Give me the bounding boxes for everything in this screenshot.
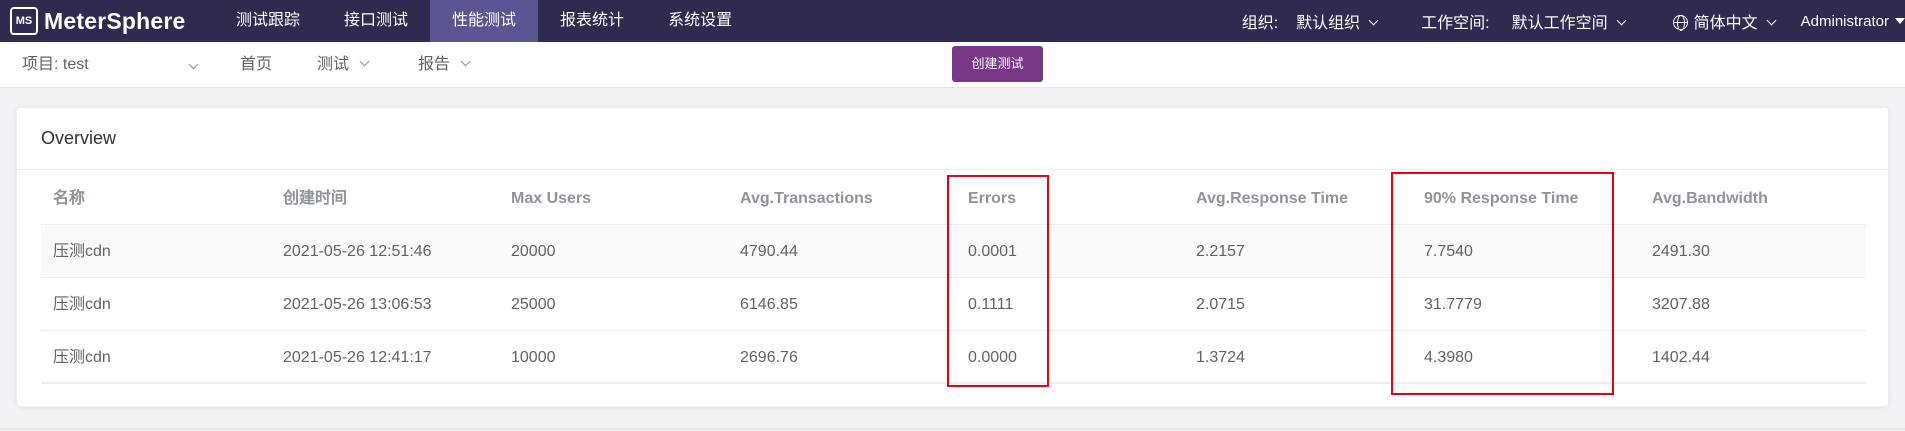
logo-text: MeterSphere: [44, 7, 186, 34]
top-right-controls: 组织: 默认组织 工作空间: 默认工作空间 简体中文 Administrator: [1242, 0, 1905, 42]
top-navbar: MS MeterSphere 测试跟踪 接口测试 性能测试 报表统计 系统设置 …: [0, 0, 1905, 42]
workspace-label: 工作空间:: [1421, 15, 1490, 32]
user-name: Administrator: [1800, 12, 1889, 30]
org-label: 组织:: [1241, 15, 1279, 32]
column-header[interactable]: Max Users: [511, 172, 591, 225]
table-cell: 1.3724: [1196, 349, 1245, 366]
table-cell: 2021-05-26 13:06:53: [283, 296, 432, 313]
response-time-column-highlight: [1391, 172, 1614, 395]
sub-navbar: 项目: test 首页 测试 报告 创建测试: [0, 42, 1905, 88]
org-select[interactable]: 默认组织: [1296, 9, 1379, 33]
chevron-down-icon: [460, 56, 471, 67]
table-cell: 20000: [511, 243, 556, 260]
column-header[interactable]: Avg.Response Time: [1196, 172, 1348, 225]
table-cell: 2021-05-26 12:41:17: [283, 349, 432, 366]
nav-item-api-test[interactable]: 接口测试: [322, 0, 430, 42]
column-header[interactable]: 创建时间: [283, 172, 347, 225]
column-header[interactable]: Avg.Bandwidth: [1652, 172, 1768, 225]
table-cell: 2.0715: [1196, 296, 1245, 313]
globe-icon: [1672, 15, 1688, 31]
table-cell: 2021-05-26 12:51:46: [283, 243, 432, 260]
table-cell: 1402.44: [1652, 349, 1710, 366]
create-test-button[interactable]: 创建测试: [952, 46, 1043, 82]
nav-item-system-settings[interactable]: 系统设置: [646, 0, 754, 42]
sub-nav-home[interactable]: 首页: [240, 42, 272, 88]
card-title: Overview: [41, 128, 117, 148]
project-select[interactable]: 项目: test: [22, 42, 199, 88]
project-label: 项目: test: [22, 56, 89, 73]
nav-item-report-stats[interactable]: 报表统计: [538, 0, 646, 42]
chevron-down-icon: [359, 56, 370, 67]
org-value: 默认组织: [1296, 15, 1361, 32]
table-cell: 25000: [511, 296, 556, 313]
table-cell: 4790.44: [740, 243, 798, 260]
nav-item-performance-test[interactable]: 性能测试: [430, 0, 539, 42]
workspace-value: 默认工作空间: [1511, 15, 1608, 32]
column-header[interactable]: Avg.Transactions: [740, 172, 873, 225]
app-logo[interactable]: MS MeterSphere: [10, 5, 186, 37]
chevron-down-icon: [1616, 15, 1627, 26]
language-select[interactable]: 简体中文: [1672, 9, 1777, 33]
chevron-down-icon: [1766, 15, 1777, 26]
errors-column-highlight: [947, 175, 1049, 387]
table-cell: 6146.85: [740, 296, 798, 313]
user-menu[interactable]: Administrator: [1801, 13, 1905, 30]
chevron-down-icon: [188, 59, 199, 70]
table-cell: 压测cdn: [53, 296, 111, 313]
table-cell: 3207.88: [1652, 296, 1710, 313]
logo-cube-icon: MS: [10, 7, 38, 35]
workspace-select[interactable]: 默认工作空间: [1511, 9, 1627, 33]
table-cell: 2.2157: [1196, 243, 1245, 260]
table-cell: 2491.30: [1652, 243, 1710, 260]
table-cell: 10000: [511, 349, 556, 366]
table-cell: 压测cdn: [53, 349, 111, 366]
column-header[interactable]: 名称: [53, 172, 85, 225]
sub-nav-report-label: 报告: [418, 56, 451, 73]
card-divider: [17, 169, 1888, 170]
sub-nav-test-label: 测试: [317, 56, 350, 73]
sub-nav-test[interactable]: 测试: [317, 42, 370, 88]
table-cell: 2696.76: [740, 349, 798, 366]
chevron-down-icon: [1368, 15, 1379, 26]
sub-nav-report[interactable]: 报告: [418, 42, 471, 88]
nav-item-test-tracking[interactable]: 测试跟踪: [214, 0, 322, 42]
caret-down-icon: [1895, 17, 1905, 24]
table-cell: 压测cdn: [53, 243, 111, 260]
main-nav: 测试跟踪 接口测试 性能测试 报表统计 系统设置: [214, 0, 754, 42]
language-value: 简体中文: [1693, 15, 1758, 32]
